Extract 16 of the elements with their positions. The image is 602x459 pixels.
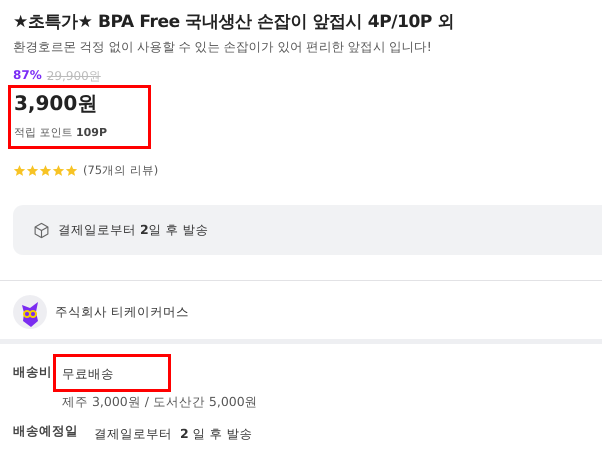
seller-name[interactable]: 주식회사 티케이커머스 bbox=[55, 304, 189, 320]
box-icon bbox=[33, 222, 50, 238]
seller-avatar bbox=[13, 295, 47, 329]
original-price: 29,900원 bbox=[46, 68, 101, 85]
shipping-label: 배송예정일 bbox=[13, 423, 78, 440]
shipping-label: 배송비 bbox=[13, 363, 52, 381]
current-price: 3,900원 bbox=[14, 90, 98, 117]
review-count[interactable]: (75개의 리뷰) bbox=[83, 163, 158, 178]
shipping-value: 결제일로부터 2 일 후 발송 bbox=[94, 426, 253, 441]
reward-points: 적립 포인트 109P bbox=[14, 125, 108, 140]
shipping-value: 무료배송 bbox=[62, 366, 114, 381]
product-subtitle: 환경호르몬 걱정 없이 사용할 수 있는 손잡이가 있어 편리한 앞접시 입니다! bbox=[13, 39, 432, 56]
product-title: ★초특가★ BPA Free 국내생산 손잡이 앞접시 4P/10P 외 bbox=[13, 11, 456, 34]
discount-rate: 87% bbox=[13, 68, 42, 84]
dispatch-text: 결제일로부터 2일 후 발송 bbox=[58, 222, 209, 238]
shipping-note: 제주 3,000원 / 도서산간 5,000원 bbox=[62, 394, 258, 411]
